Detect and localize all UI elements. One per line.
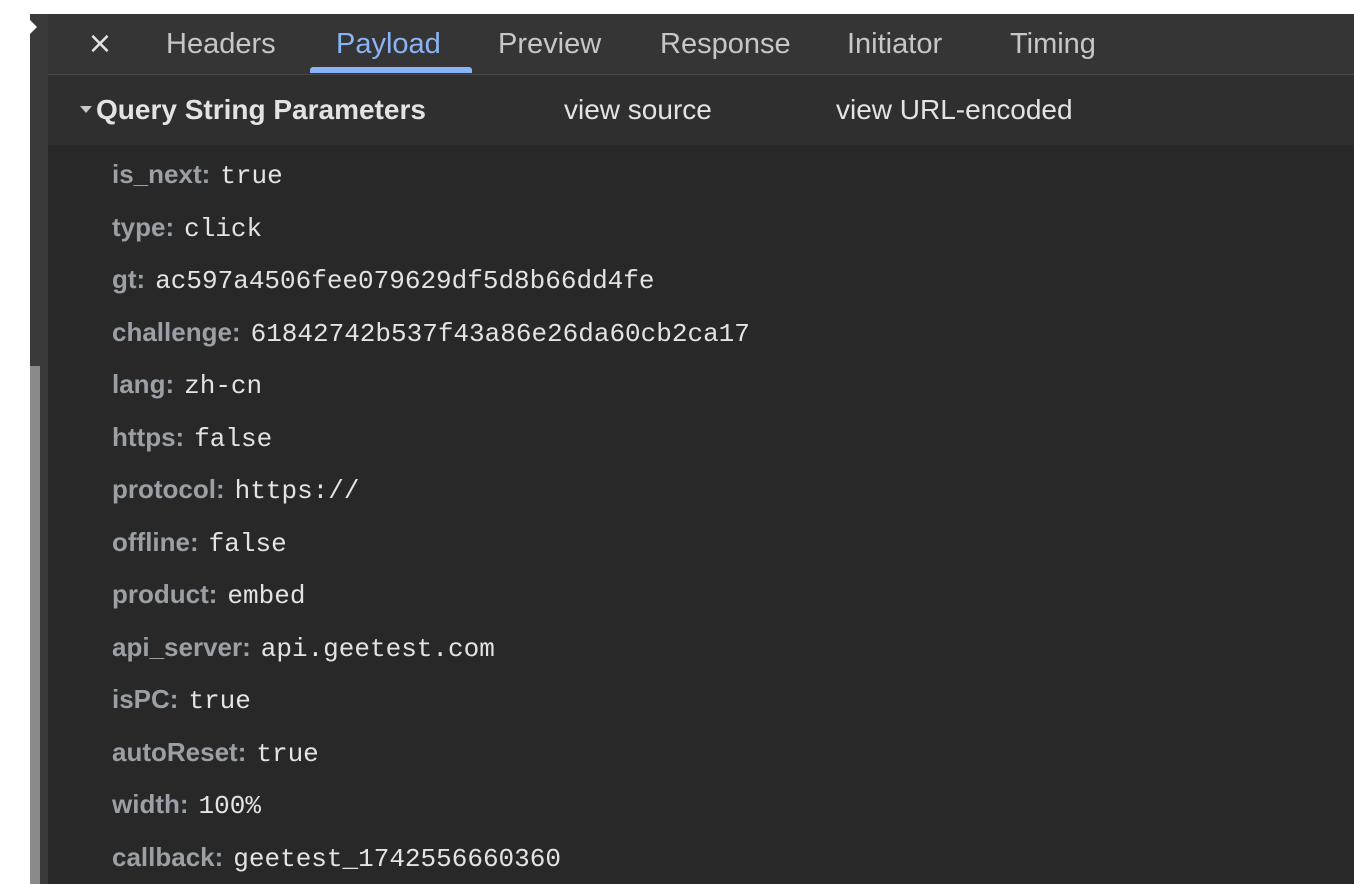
param-value: true: [256, 738, 319, 769]
param-key: type:: [112, 211, 175, 242]
params-list: is_next: true type: click gt: ac597a4506fee…: [112, 148, 1354, 883]
param-value: 61842742b537f43a86e26da60cb2ca17: [250, 318, 750, 349]
param-key: offline:: [112, 526, 199, 557]
param-row: protocol: https://: [112, 463, 1354, 516]
param-value: geetest_1742556660360: [233, 843, 561, 874]
param-row: api_server: api.geetest.com: [112, 621, 1354, 674]
param-value: https://: [234, 476, 360, 506]
view-url-encoded-link[interactable]: view URL-encoded: [836, 75, 1073, 145]
collapse-arrow-icon[interactable]: [30, 20, 37, 34]
param-key: lang:: [112, 369, 175, 399]
param-value: embed: [227, 581, 306, 611]
active-tab-indicator: [310, 67, 472, 73]
query-string-section-header: Query String Parameters view source view…: [48, 75, 1354, 145]
param-value: true: [220, 161, 283, 191]
param-row: https: false: [112, 411, 1354, 464]
tab-preview[interactable]: Preview: [498, 14, 601, 74]
top-edge: [0, 0, 1354, 14]
param-key: https:: [112, 421, 185, 452]
section-title: Query String Parameters: [96, 94, 426, 125]
param-key: challenge:: [112, 316, 241, 347]
devtools-window: × Headers Payload Preview Response Initi…: [0, 0, 1354, 884]
param-value: zh-cn: [184, 371, 263, 401]
param-row: width: 100%: [112, 778, 1354, 831]
param-value: false: [208, 528, 287, 559]
tab-payload[interactable]: Payload: [336, 14, 441, 74]
tab-initiator[interactable]: Initiator: [847, 14, 942, 74]
param-value: false: [194, 423, 273, 454]
request-details-panel: × Headers Payload Preview Response Initi…: [48, 14, 1354, 884]
param-row: product: embed: [112, 568, 1354, 621]
param-row: lang: zh-cn: [112, 358, 1354, 411]
tab-headers[interactable]: Headers: [166, 14, 276, 74]
param-key: gt:: [112, 264, 146, 294]
param-row: isPC: true: [112, 673, 1354, 726]
tab-response[interactable]: Response: [660, 14, 791, 74]
param-key: autoReset:: [112, 736, 247, 767]
param-key: isPC:: [112, 684, 179, 714]
view-source-link[interactable]: view source: [564, 75, 712, 145]
param-key: callback:: [112, 841, 224, 872]
param-key: is_next:: [112, 159, 211, 189]
tab-bar: × Headers Payload Preview Response Initi…: [48, 14, 1354, 75]
param-key: protocol:: [112, 474, 225, 504]
param-row: autoReset: true: [112, 726, 1354, 779]
param-value: true: [188, 686, 251, 716]
left-gutter: [0, 0, 30, 884]
param-value: click: [184, 213, 263, 244]
param-row: is_next: true: [112, 148, 1354, 201]
param-row: challenge: 61842742b537f43a86e26da60cb2ca…: [112, 306, 1354, 359]
param-row: callback: geetest_1742556660360: [112, 831, 1354, 884]
param-value: 100%: [198, 791, 261, 821]
param-key: product:: [112, 579, 218, 609]
param-row: offline: false: [112, 516, 1354, 569]
section-toggle[interactable]: Query String Parameters: [80, 75, 426, 145]
param-key: width:: [112, 789, 189, 819]
scrollbar[interactable]: [30, 366, 40, 884]
param-row: type: click: [112, 201, 1354, 254]
param-value: api.geetest.com: [260, 633, 495, 664]
param-value: ac597a4506fee079629df5d8b66dd4fe: [155, 266, 655, 296]
param-row: gt: ac597a4506fee079629df5d8b66dd4fe: [112, 253, 1354, 306]
tab-timing[interactable]: Timing: [1010, 14, 1096, 74]
close-icon[interactable]: ×: [84, 24, 116, 64]
param-key: api_server:: [112, 631, 251, 662]
caret-down-icon: [80, 106, 92, 114]
